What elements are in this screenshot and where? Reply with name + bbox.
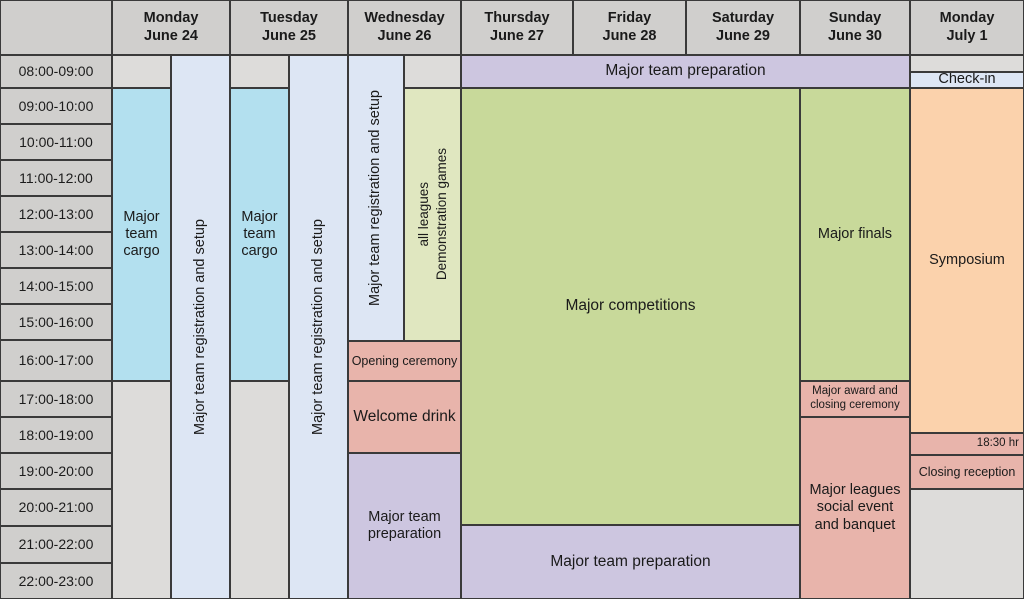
schedule-grid: Monday June 24 Tuesday June 25 Wednesday… <box>0 0 1024 599</box>
time-slot-label: 18:00-19:00 <box>0 417 112 453</box>
empty-slot-tue25-morning <box>230 55 289 88</box>
header-day: Wednesday <box>364 10 445 27</box>
column-header-monday-june-24: Monday June 24 <box>112 0 230 55</box>
time-slot-label: 15:00-16:00 <box>0 304 112 340</box>
event-team-preparation-top-band[interactable]: Major team preparation <box>461 55 910 88</box>
event-major-finals-sun30[interactable]: Major finals <box>800 88 910 381</box>
event-team-preparation-bottom-band[interactable]: Major team preparation <box>461 525 800 599</box>
header-day: Tuesday <box>260 10 318 27</box>
header-day: Monday <box>143 10 199 27</box>
time-slot-label: 21:00-22:00 <box>0 526 112 563</box>
event-label: Major team registration and setup <box>367 90 384 306</box>
header-date: July 1 <box>946 27 988 44</box>
header-date: June 26 <box>377 27 432 44</box>
header-day: Friday <box>607 10 652 27</box>
time-slot-label: 08:00-09:00 <box>0 55 112 88</box>
time-slot-label: 14:00-15:00 <box>0 268 112 304</box>
event-leagues-banquet-sun30[interactable]: Major leagues social event and banquet <box>800 417 910 599</box>
time-slot-label: 09:00-10:00 <box>0 88 112 124</box>
empty-slot-mon24-morning <box>112 55 171 88</box>
event-registration-setup-tue25[interactable]: Major team registration and setup <box>289 55 348 599</box>
event-label: Check-in <box>938 72 996 88</box>
event-check-in-jul1[interactable]: Check-in <box>910 72 1024 88</box>
column-header-wednesday-june-26: Wednesday June 26 <box>348 0 461 55</box>
empty-slot-jul1-early <box>910 55 1024 72</box>
event-registration-setup-wed26[interactable]: Major team registration and setup <box>348 55 404 341</box>
event-label: Opening ceremony <box>351 353 458 368</box>
event-major-team-cargo-mon24[interactable]: Major team cargo <box>112 88 171 381</box>
column-header-friday-june-28: Friday June 28 <box>573 0 686 55</box>
event-label: Symposium <box>929 251 1005 268</box>
event-time-label: 18:30 hr <box>976 437 1019 450</box>
event-label: Major award and closing ceremony <box>810 385 900 411</box>
event-label: Major team cargo <box>241 208 278 260</box>
time-slot-label: 16:00-17:00 <box>0 340 112 381</box>
event-award-closing-ceremony-sun30[interactable]: Major award and closing ceremony <box>800 381 910 417</box>
event-symposium-jul1[interactable]: Symposium <box>910 88 1024 433</box>
event-label: Major team preparation <box>367 508 442 542</box>
header-day: Sunday <box>828 10 882 27</box>
event-label: Major team registration and setup <box>191 219 208 435</box>
header-day: Monday <box>939 10 995 27</box>
event-label: Major team cargo <box>123 208 160 260</box>
empty-slot-jul1-late <box>910 489 1024 599</box>
header-day: Thursday <box>484 10 550 27</box>
event-team-preparation-wed26[interactable]: Major team preparation <box>348 453 461 599</box>
event-label: Welcome drink <box>353 407 456 425</box>
event-label: Major team preparation <box>605 62 766 80</box>
event-label: Major finals <box>817 225 893 242</box>
event-major-competitions[interactable]: Major competitions <box>461 88 800 525</box>
grid-corner-cell <box>0 0 112 55</box>
header-date: June 24 <box>144 27 198 44</box>
header-date: June 28 <box>602 27 657 44</box>
header-date: June 29 <box>716 27 770 44</box>
time-slot-label: 13:00-14:00 <box>0 232 112 268</box>
event-label-line1: Demonstration games <box>433 148 449 281</box>
event-label: Closing reception <box>918 464 1016 479</box>
event-label: Major team preparation <box>550 552 711 570</box>
event-welcome-drink-wed26[interactable]: Welcome drink <box>348 381 461 453</box>
header-date: June 30 <box>828 27 882 44</box>
header-day: Saturday <box>711 10 775 27</box>
time-slot-label: 10:00-11:00 <box>0 124 112 160</box>
event-label-line2: all leagues <box>415 182 431 247</box>
event-label: Major leagues social event and banquet <box>809 482 901 533</box>
time-slot-label: 19:00-20:00 <box>0 453 112 489</box>
header-date: June 25 <box>262 27 316 44</box>
column-header-thursday-june-27: Thursday June 27 <box>461 0 573 55</box>
event-opening-ceremony-wed26[interactable]: Opening ceremony <box>348 341 461 381</box>
event-major-team-cargo-tue25[interactable]: Major team cargo <box>230 88 289 381</box>
time-slot-label: 20:00-21:00 <box>0 489 112 526</box>
event-label: Major competitions <box>565 297 696 315</box>
time-slot-label: 11:00-12:00 <box>0 160 112 196</box>
time-slot-label: 22:00-23:00 <box>0 563 112 599</box>
event-closing-reception-jul1[interactable]: Closing reception <box>910 455 1024 489</box>
column-header-saturday-june-29: Saturday June 29 <box>686 0 800 55</box>
empty-slot-wed26-morning <box>404 55 461 88</box>
event-closing-reception-time-jul1: 18:30 hr <box>910 433 1024 455</box>
time-slot-label: 17:00-18:00 <box>0 381 112 417</box>
event-demonstration-games-wed26[interactable]: Demonstration games all leagues <box>404 88 461 341</box>
empty-slot-tue25-evening <box>230 381 289 599</box>
event-label: Major team registration and setup <box>309 219 326 435</box>
empty-slot-mon24-evening <box>112 381 171 599</box>
column-header-monday-july-1: Monday July 1 <box>910 0 1024 55</box>
column-header-tuesday-june-25: Tuesday June 25 <box>230 0 348 55</box>
column-header-sunday-june-30: Sunday June 30 <box>800 0 910 55</box>
header-date: June 27 <box>490 27 544 44</box>
time-slot-label: 12:00-13:00 <box>0 196 112 232</box>
event-registration-setup-mon24[interactable]: Major team registration and setup <box>171 55 230 599</box>
